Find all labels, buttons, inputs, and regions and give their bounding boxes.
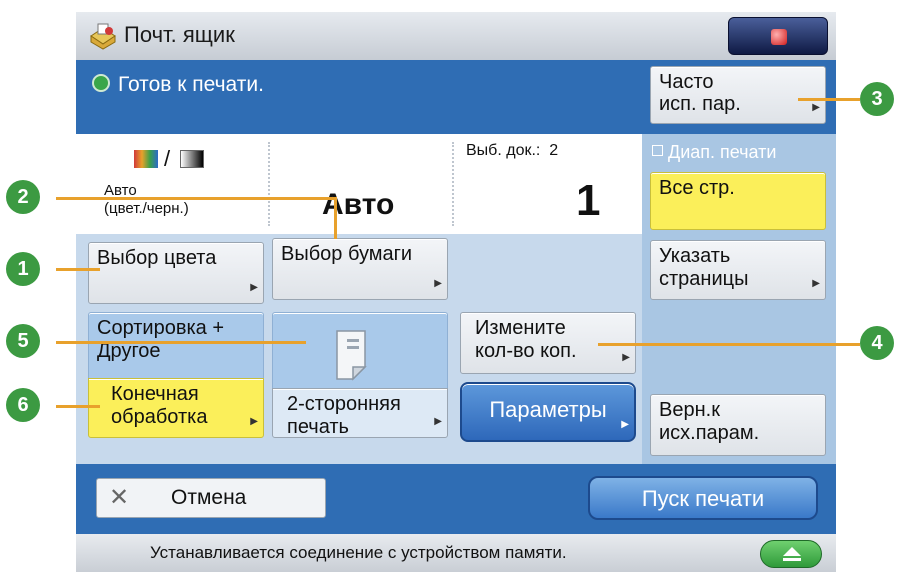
- bottom-bar: ✕ Отмена Пуск печати: [76, 464, 836, 534]
- specify-pages-button[interactable]: Указать страницы ▶: [650, 240, 826, 300]
- settings-area: Выбор цвета ▶ Выбор бумаги ▶ Сортировка + …: [76, 234, 642, 464]
- reset-settings-button[interactable]: Верн.к исх.парам.: [650, 394, 826, 456]
- right-column: Диап. печати Все стр. Указать страницы ▶ …: [642, 134, 836, 464]
- callout-1: 1: [6, 252, 40, 286]
- eject-icon: [783, 547, 801, 556]
- ready-icon: [92, 74, 110, 92]
- callout-line: [334, 197, 337, 239]
- paper-select-button[interactable]: Выбор бумаги ▶: [272, 238, 448, 300]
- start-print-button[interactable]: Пуск печати: [588, 476, 818, 520]
- parameters-button[interactable]: Параметры ▶: [460, 382, 636, 442]
- callout-line: [56, 405, 100, 408]
- arrow-icon: ▶: [812, 278, 820, 289]
- callout-line: [56, 341, 306, 344]
- callout-3: 3: [860, 82, 894, 116]
- ready-status-text: Готов к печати.: [118, 73, 264, 96]
- color-mode-value: Авто (цвет./черн.): [104, 182, 189, 217]
- duplex-button[interactable]: 2-сторонняя печать ▶: [272, 388, 448, 438]
- callout-4: 4: [860, 326, 894, 360]
- callout-line: [56, 197, 336, 200]
- status-monitor-button[interactable]: [728, 17, 828, 55]
- all-pages-button[interactable]: Все стр.: [650, 172, 826, 230]
- callout-line: [798, 98, 860, 101]
- separator: [268, 142, 270, 226]
- callout-line: [598, 343, 860, 346]
- paper-value: Авто: [322, 188, 395, 221]
- callout-line: [56, 268, 100, 271]
- mailbox-icon: [88, 22, 118, 50]
- document-icon: [335, 329, 375, 381]
- duplex-preview[interactable]: [272, 312, 448, 388]
- cancel-label: Отмена: [171, 486, 247, 509]
- info-panel: / Авто (цвет./черн.) Авто Выб. док.: 2 1: [76, 134, 642, 234]
- color-select-button[interactable]: Выбор цвета ▶: [88, 242, 264, 304]
- cancel-button[interactable]: ✕ Отмена: [96, 478, 326, 518]
- status-gem-icon: [771, 29, 787, 45]
- title-bar: Почт. ящик: [76, 12, 836, 60]
- callout-6: 6: [6, 388, 40, 422]
- finishing-button[interactable]: Конечная обработка ▶: [88, 378, 264, 438]
- mailbox-title: Почт. ящик: [124, 22, 235, 47]
- arrow-icon: ▶: [434, 416, 442, 427]
- printer-screen: Почт. ящик Готов к печати. / Авто (цвет.…: [76, 12, 836, 572]
- copies-count: 1: [576, 176, 601, 225]
- frequent-settings-button[interactable]: Часто исп. пар. ▶: [650, 66, 826, 124]
- selected-docs-label: Выб. док.: 2: [466, 142, 559, 159]
- sort-other-button[interactable]: Сортировка + Другое: [88, 312, 264, 378]
- footer-bar: Устанавливается соединение с устройством…: [76, 534, 836, 572]
- eject-button[interactable]: [760, 540, 822, 568]
- arrow-icon: ▶: [621, 419, 629, 430]
- arrow-icon: ▶: [622, 352, 630, 363]
- callout-5: 5: [6, 324, 40, 358]
- separator: [452, 142, 454, 226]
- arrow-icon: ▶: [434, 278, 442, 289]
- footer-message: Устанавливается соединение с устройством…: [150, 543, 567, 562]
- arrow-icon: ▶: [250, 416, 258, 427]
- arrow-icon: ▶: [250, 282, 258, 293]
- callout-2: 2: [6, 180, 40, 214]
- selected-docs-count: 2: [549, 142, 559, 159]
- print-range-label: Диап. печати: [652, 142, 776, 163]
- color-mode-icon: /: [134, 146, 210, 171]
- start-print-label: Пуск печати: [641, 486, 765, 511]
- close-icon: ✕: [109, 484, 130, 511]
